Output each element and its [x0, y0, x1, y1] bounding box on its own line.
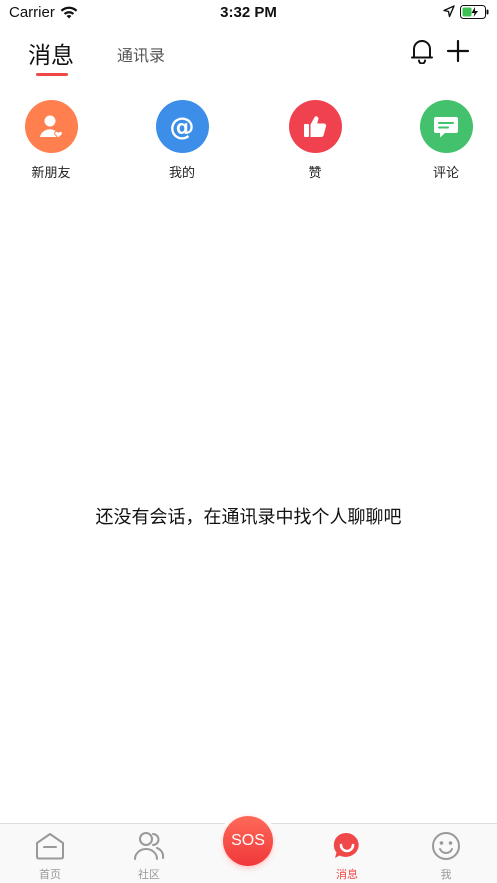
quick-action-label: 赞 — [308, 165, 322, 180]
status-time: 3:32 PM — [220, 4, 277, 21]
quick-action-likes[interactable]: 赞 — [275, 100, 355, 181]
tab-label: 首页 — [39, 869, 61, 881]
message-icon — [333, 832, 359, 858]
tab-home[interactable]: 首页 — [20, 830, 80, 882]
mine-circle: @ — [155, 100, 209, 153]
likes-circle — [288, 100, 342, 153]
bell-icon[interactable] — [410, 38, 434, 64]
add-friend-icon — [40, 115, 63, 139]
community-icon — [134, 832, 165, 860]
tab-messages-bottom[interactable]: 消息 — [317, 830, 377, 882]
quick-action-label: 我的 — [168, 165, 195, 180]
tab-messages[interactable]: 消息 — [28, 36, 74, 70]
sos-button[interactable]: SOS — [223, 816, 273, 866]
thumbs-up-icon — [304, 115, 327, 137]
quick-action-mine[interactable]: @ 我的 — [142, 100, 222, 181]
sos-label: SOS — [231, 832, 265, 849]
tab-label: 我 — [440, 869, 452, 881]
empty-state-message: 还没有会话，在通讯录中找个人聊聊吧 — [95, 507, 402, 527]
home-icon — [36, 833, 64, 860]
quick-action-label: 评论 — [432, 165, 459, 180]
tab-label: 消息 — [336, 869, 358, 881]
comment-icon — [434, 116, 458, 137]
new-friends-circle — [24, 100, 78, 153]
tab-community[interactable]: 社区 — [119, 830, 179, 882]
svg-text:@: @ — [170, 112, 195, 141]
tab-contacts[interactable]: 通讯录 — [117, 42, 165, 66]
at-icon: @ — [170, 112, 195, 141]
active-tab-indicator — [36, 73, 68, 76]
quick-action-comments[interactable]: 评论 — [406, 100, 486, 181]
status-bar: Carrier 3:32 PM — [0, 0, 497, 26]
tab-label: 社区 — [138, 869, 160, 881]
add-icon[interactable] — [446, 39, 470, 63]
comments-circle — [419, 100, 473, 153]
smile-icon — [432, 832, 460, 860]
tab-me[interactable]: 我 — [416, 830, 476, 882]
location-arrow-icon — [443, 5, 455, 18]
battery-icon — [460, 5, 489, 19]
quick-action-new-friends[interactable]: 新朋友 — [11, 100, 91, 181]
quick-action-label: 新朋友 — [31, 165, 71, 180]
